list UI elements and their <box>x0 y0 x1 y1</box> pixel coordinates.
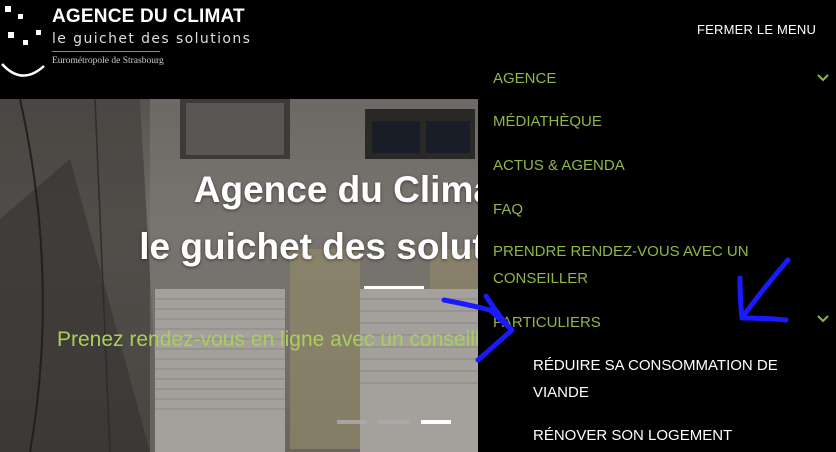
menu-item-mediatheque[interactable]: MÉDIATHÈQUE <box>493 108 602 135</box>
submenu-item-renover[interactable]: RÉNOVER SON LOGEMENT <box>533 422 813 449</box>
site-logo[interactable]: AGENCE DU CLIMAT le guichet des solution… <box>0 0 280 99</box>
logo-tagline: Eurométropole de Strasbourg <box>52 56 164 66</box>
menu-item-agence[interactable]: AGENCE <box>493 65 556 92</box>
menu-item-faq[interactable]: FAQ <box>493 196 523 223</box>
submenu-item-viande[interactable]: RÉDUIRE SA CONSOMMATION DE VIANDE <box>533 352 813 406</box>
chevron-down-icon[interactable] <box>816 73 830 83</box>
hero-subtitle: Prenez rendez-vous en ligne avec un cons… <box>57 328 478 351</box>
hero-divider <box>364 286 424 289</box>
logo-title: AGENCE DU CLIMAT <box>52 6 245 27</box>
hero-title: Agence du Climat le guichet des solution… <box>0 161 478 275</box>
logo-subtitle: le guichet des solutions <box>52 31 252 47</box>
logo-mark-icon <box>1 6 45 77</box>
slider-dot-active[interactable] <box>421 420 451 424</box>
slider-dots <box>337 420 451 424</box>
close-menu-button[interactable]: FERMER LE MENU <box>697 22 816 37</box>
navigation-menu: AGENCE MÉDIATHÈQUE ACTUS & AGENDA FAQ PR… <box>478 56 836 452</box>
slider-dot[interactable] <box>379 420 409 424</box>
menu-item-particuliers[interactable]: PARTICULIERS <box>493 309 601 336</box>
hero-background-image <box>0 99 478 452</box>
logo-divider <box>52 51 160 52</box>
hero-banner: Agence du Climat le guichet des solution… <box>0 99 478 452</box>
menu-item-actus-agenda[interactable]: ACTUS & AGENDA <box>493 152 625 179</box>
menu-item-rendez-vous[interactable]: PRENDRE RENDEZ-VOUS AVEC UN CONSEILLER <box>493 238 793 292</box>
chevron-down-icon[interactable] <box>816 314 830 324</box>
hero-title-line1: Agence du Climat <box>193 169 478 210</box>
slider-dot[interactable] <box>337 420 367 424</box>
hero-title-line2: le guichet des solutions <box>139 226 478 267</box>
